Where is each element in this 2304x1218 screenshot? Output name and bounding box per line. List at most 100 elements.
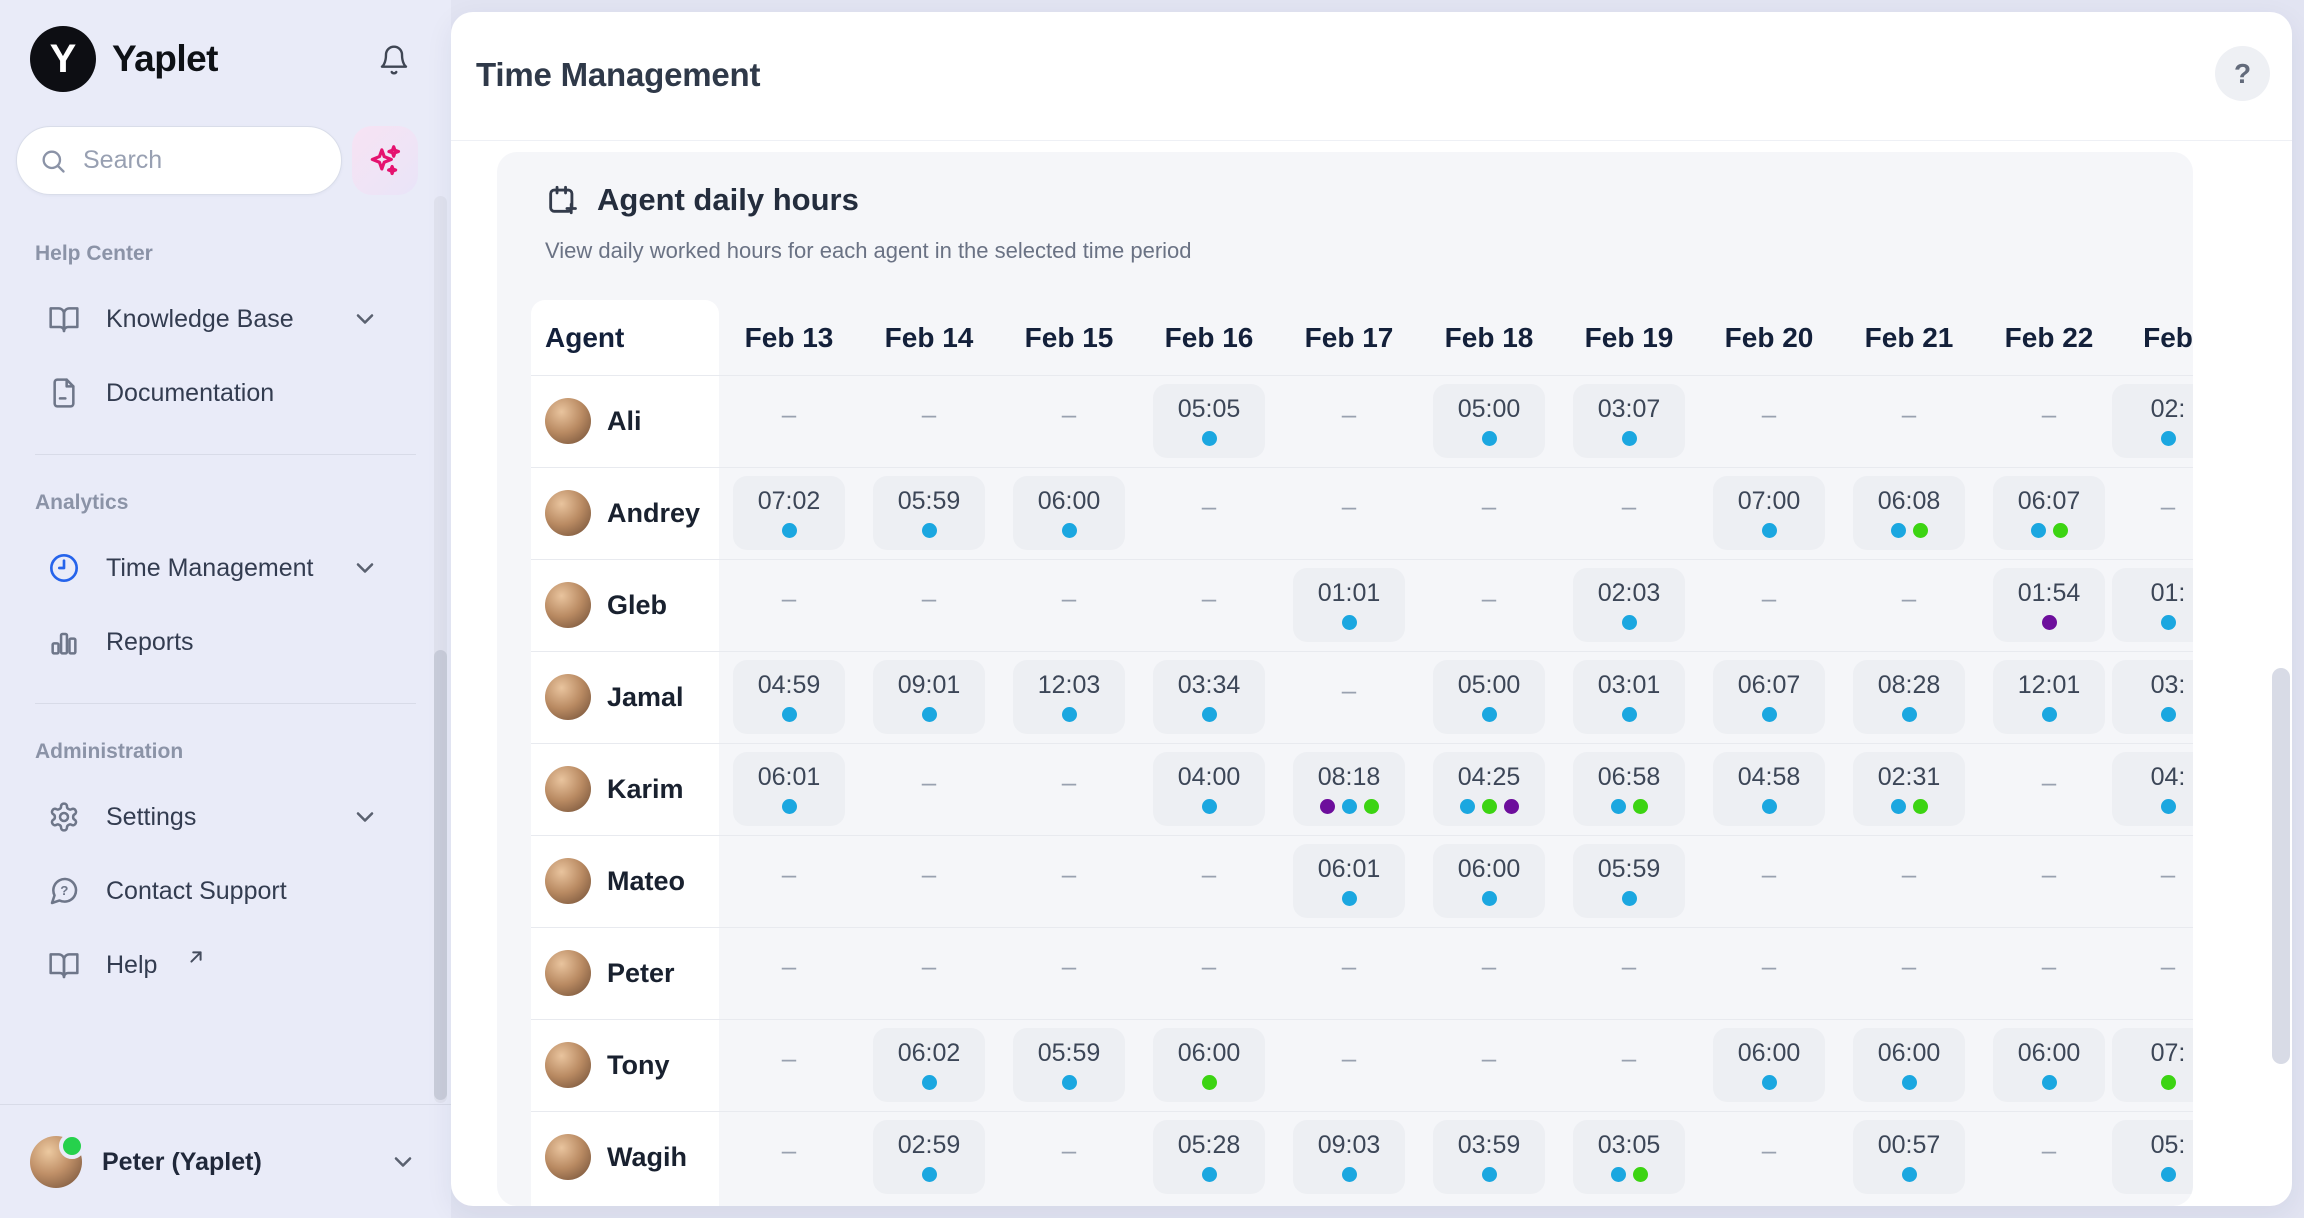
daily-hours-cell[interactable]: 07:: [2112, 1028, 2193, 1102]
blue-session-dot: [2042, 707, 2057, 722]
daily-hours-cell[interactable]: 07:02: [733, 476, 845, 550]
daily-hours-cell[interactable]: 05:05: [1153, 384, 1265, 458]
ai-sparkle-button[interactable]: [352, 126, 418, 195]
daily-hours-cell[interactable]: 01:: [2112, 568, 2193, 642]
empty-cell-dash: –: [1279, 951, 1419, 982]
sidebar-item-time-management[interactable]: Time Management: [0, 531, 451, 605]
sidebar-item-knowledge-base[interactable]: Knowledge Base: [0, 282, 451, 356]
daily-hours-cell[interactable]: 06:07: [1713, 660, 1825, 734]
daily-hours-cell[interactable]: 03:07: [1573, 384, 1685, 458]
daily-hours-cell[interactable]: 05:00: [1433, 384, 1545, 458]
empty-cell-dash: –: [1839, 399, 1979, 430]
daily-hours-cell[interactable]: 02:03: [1573, 568, 1685, 642]
daily-hours-cell[interactable]: 04:00: [1153, 752, 1265, 826]
session-dots: [1013, 707, 1125, 722]
blue-session-dot: [1482, 431, 1497, 446]
daily-hours-cell[interactable]: 05:59: [1013, 1028, 1125, 1102]
daily-hours-cell[interactable]: 02:59: [873, 1120, 985, 1194]
session-dots: [1293, 615, 1405, 630]
daily-hours-cell[interactable]: 06:07: [1993, 476, 2105, 550]
daily-hours-cell[interactable]: 03:59: [1433, 1120, 1545, 1194]
search-input[interactable]: [81, 145, 329, 176]
sidebar-item-settings[interactable]: Settings: [0, 780, 451, 854]
daily-hours-cell[interactable]: 08:28: [1853, 660, 1965, 734]
daily-hours-cell[interactable]: 04:25: [1433, 752, 1545, 826]
empty-cell-dash: –: [1279, 491, 1419, 522]
session-dots: [1573, 891, 1685, 906]
daily-hours-cell[interactable]: 05:00: [1433, 660, 1545, 734]
daily-hours-cell[interactable]: 03:: [2112, 660, 2193, 734]
column-header-date: Feb 20: [1699, 300, 1839, 375]
daily-hours-cell[interactable]: 06:00: [1853, 1028, 1965, 1102]
main-scrollbar-thumb[interactable]: [2272, 668, 2290, 1064]
daily-hours-cell[interactable]: 06:00: [1713, 1028, 1825, 1102]
help-circle-button[interactable]: ?: [2215, 46, 2270, 101]
agent-name: Andrey: [607, 498, 700, 529]
daily-hours-cell[interactable]: 06:58: [1573, 752, 1685, 826]
daily-hours-cell[interactable]: 12:03: [1013, 660, 1125, 734]
daily-hours-cell[interactable]: 04:59: [733, 660, 845, 734]
sidebar-item-documentation[interactable]: Documentation: [0, 356, 451, 430]
daily-hours-cell[interactable]: 06:02: [873, 1028, 985, 1102]
agent-name: Mateo: [607, 866, 685, 897]
column-header-date: Feb 14: [859, 300, 999, 375]
blue-session-dot: [1762, 799, 1777, 814]
empty-cell-dash: –: [999, 859, 1139, 890]
daily-hours-cell[interactable]: 09:01: [873, 660, 985, 734]
daily-hours-cell[interactable]: 06:00: [1013, 476, 1125, 550]
daily-hours-cell[interactable]: 07:00: [1713, 476, 1825, 550]
daily-hours-cell[interactable]: 05:: [2112, 1120, 2193, 1194]
worked-hours-value: 01:01: [1293, 579, 1405, 608]
search-box[interactable]: [16, 126, 342, 195]
worked-hours-value: 06:00: [1013, 487, 1125, 516]
sidebar-scrollbar-thumb[interactable]: [434, 650, 447, 1100]
green-session-dot: [1364, 799, 1379, 814]
daily-hours-cell[interactable]: 04:: [2112, 752, 2193, 826]
daily-hours-cell[interactable]: 06:00: [1993, 1028, 2105, 1102]
empty-cell-dash: –: [2098, 491, 2193, 522]
blue-session-dot: [1202, 431, 1217, 446]
daily-hours-cell[interactable]: 08:18: [1293, 752, 1405, 826]
daily-hours-cell[interactable]: 01:54: [1993, 568, 2105, 642]
empty-cell-dash: –: [1419, 491, 1559, 522]
daily-hours-cell[interactable]: 02:: [2112, 384, 2193, 458]
row-divider: [531, 559, 2193, 560]
sidebar-item-label: Help: [106, 951, 157, 980]
daily-hours-cell[interactable]: 06:01: [733, 752, 845, 826]
session-dots: [1993, 615, 2105, 630]
daily-hours-cell[interactable]: 06:00: [1433, 844, 1545, 918]
daily-hours-cell[interactable]: 09:03: [1293, 1120, 1405, 1194]
sidebar-item-contact-support[interactable]: ?Contact Support: [0, 854, 451, 928]
daily-hours-cell[interactable]: 12:01: [1993, 660, 2105, 734]
worked-hours-value: 05:: [2112, 1131, 2193, 1160]
daily-hours-cell[interactable]: 06:01: [1293, 844, 1405, 918]
user-menu[interactable]: Peter (Yaplet): [30, 1124, 431, 1200]
session-dots: [2112, 707, 2193, 722]
worked-hours-value: 01:54: [1993, 579, 2105, 608]
daily-hours-cell[interactable]: 05:59: [873, 476, 985, 550]
daily-hours-cell[interactable]: 05:28: [1153, 1120, 1265, 1194]
purple-session-dot: [1504, 799, 1519, 814]
row-divider: [531, 927, 2193, 928]
worked-hours-value: 12:01: [1993, 671, 2105, 700]
sidebar-item-reports[interactable]: Reports: [0, 605, 451, 679]
green-session-dot: [1913, 799, 1928, 814]
daily-hours-cell[interactable]: 02:31: [1853, 752, 1965, 826]
daily-hours-cell[interactable]: 03:01: [1573, 660, 1685, 734]
session-dots: [1153, 799, 1265, 814]
blue-session-dot: [782, 707, 797, 722]
notifications-bell-icon[interactable]: [378, 44, 410, 81]
daily-hours-cell[interactable]: 03:05: [1573, 1120, 1685, 1194]
empty-cell-dash: –: [1139, 491, 1279, 522]
daily-hours-cell[interactable]: 05:59: [1573, 844, 1685, 918]
daily-hours-cell[interactable]: 03:34: [1153, 660, 1265, 734]
blue-session-dot: [1482, 707, 1497, 722]
daily-hours-cell[interactable]: 04:58: [1713, 752, 1825, 826]
daily-hours-cell[interactable]: 06:00: [1153, 1028, 1265, 1102]
daily-hours-cell[interactable]: 01:01: [1293, 568, 1405, 642]
empty-cell-dash: –: [1699, 399, 1839, 430]
daily-hours-cell[interactable]: 00:57: [1853, 1120, 1965, 1194]
daily-hours-cell[interactable]: 06:08: [1853, 476, 1965, 550]
sidebar-item-help[interactable]: Help: [0, 928, 451, 1002]
session-dots: [2112, 799, 2193, 814]
